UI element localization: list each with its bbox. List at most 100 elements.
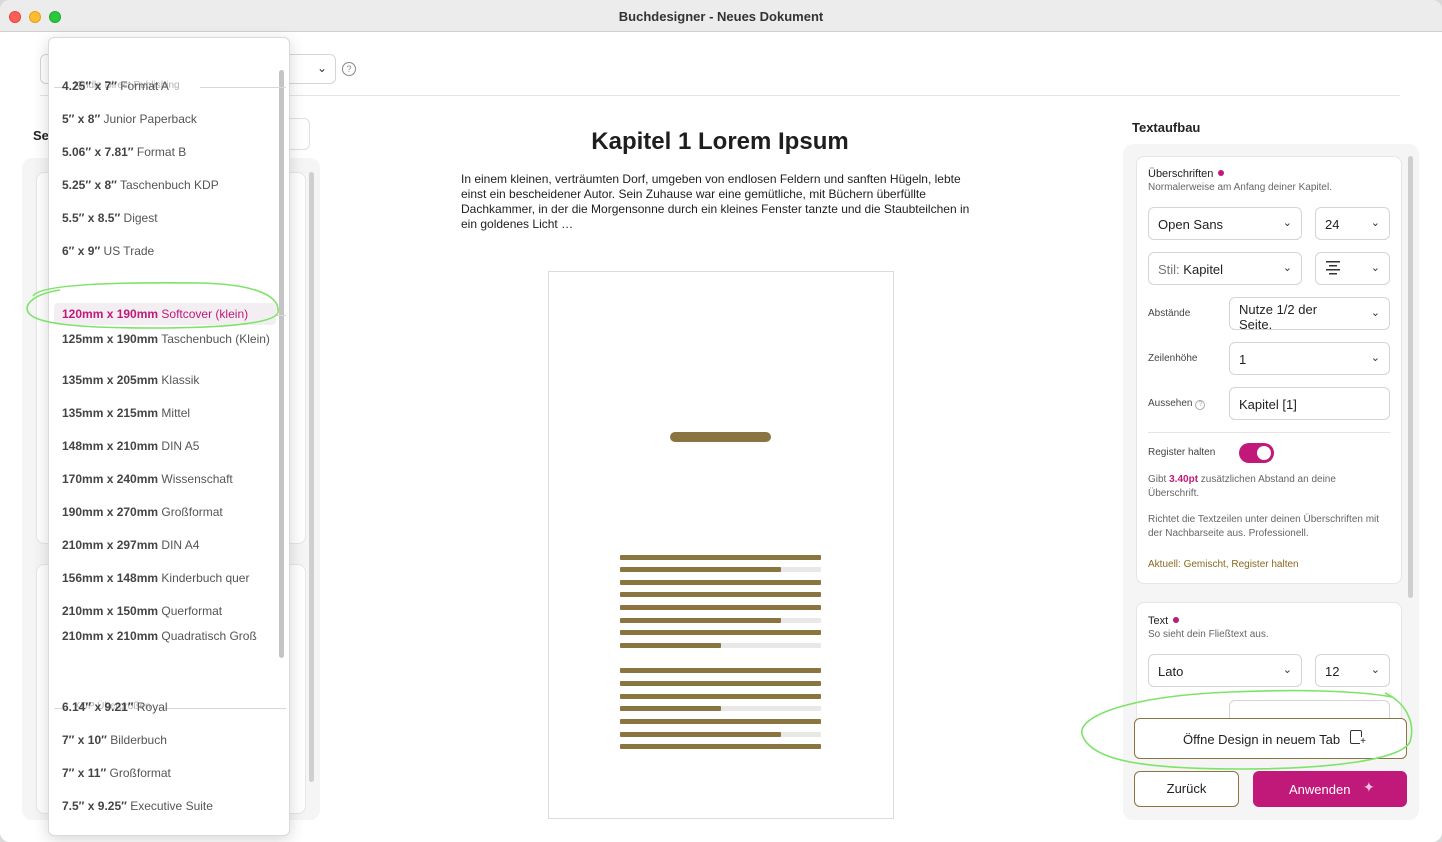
item-size: 4.25″ x 7″ — [62, 79, 117, 93]
item-size: 210mm x 150mm — [62, 604, 159, 618]
help-icon[interactable]: ? — [1195, 400, 1206, 410]
dropdown-item[interactable]: 5.5″ x 8.5″ Digest — [54, 211, 276, 226]
text-font-value: Lato — [1158, 664, 1184, 679]
dropdown-item[interactable]: 148mm x 210mm DIN A5 — [54, 439, 276, 454]
item-size: 5.5″ x 8.5″ — [62, 211, 121, 225]
chevron-down-icon: ⌄ — [1282, 664, 1292, 676]
text-line-fill — [620, 732, 781, 737]
align-center-icon — [1325, 258, 1341, 279]
help-icon[interactable]: ? — [342, 62, 356, 76]
text-line-placeholder — [620, 605, 821, 610]
dropdown-item[interactable]: 210mm x 210mm Quadratisch Groß — [54, 629, 276, 644]
item-label: Softcover (klein) — [158, 307, 249, 321]
item-size: 135mm x 205mm — [62, 373, 159, 387]
item-label: Großformat — [158, 505, 223, 519]
register-label: Register halten — [1148, 447, 1216, 458]
spacing-select[interactable]: Nutze 1/2 der Seite. ⌄ — [1229, 297, 1390, 332]
headings-title-text: Überschriften — [1148, 168, 1214, 180]
text-line-placeholder — [620, 567, 821, 572]
left-scrollbar[interactable] — [309, 172, 314, 782]
magic-wand-icon: ✦ — [1363, 779, 1375, 795]
open-new-tab-label: Öffne Design in neuem Tab — [1183, 732, 1341, 747]
dropdown-item[interactable]: 5.25″ x 8″ Taschenbuch KDP — [54, 178, 276, 193]
item-label: US Trade — [100, 244, 155, 258]
spacing-value: Nutze 1/2 der Seite. — [1239, 302, 1318, 332]
text-line-placeholder — [620, 643, 821, 648]
register-toggle[interactable] — [1239, 443, 1274, 463]
item-label: Taschenbuch KDP — [116, 178, 219, 192]
item-size: 170mm x 240mm — [62, 472, 159, 486]
text-font-select[interactable]: Lato ⌄ — [1148, 654, 1302, 687]
style-value: Kapitel — [1183, 262, 1224, 277]
appearance-value: Kapitel [1] — [1239, 397, 1297, 412]
open-new-tab-button[interactable]: Öffne Design in neuem Tab — [1134, 718, 1407, 759]
chevron-down-icon: ⌄ — [1370, 262, 1380, 274]
right-scrollbar[interactable] — [1408, 156, 1413, 598]
right-panel-title: Textaufbau — [1132, 120, 1201, 135]
current-status-link[interactable]: Aktuell: Gemischt, Register halten — [1148, 559, 1299, 570]
dropdown-item[interactable]: 135mm x 215mm Mittel — [54, 406, 276, 421]
info-text: Gibt — [1148, 474, 1170, 485]
dropdown-item[interactable]: 7.5″ x 9.25″ Executive Suite — [54, 799, 276, 814]
text-next-select[interactable] — [1229, 700, 1390, 718]
dropdown-item[interactable]: 135mm x 205mm Klassik — [54, 373, 276, 388]
dropdown-item[interactable]: 7″ x 10″ Bilderbuch — [54, 733, 276, 748]
item-label: Wissenschaft — [158, 472, 233, 486]
dropdown-item[interactable]: 210mm x 297mm DIN A4 — [54, 538, 276, 553]
dropdown-item[interactable]: 7″ x 11″ Großformat — [54, 766, 276, 781]
dropdown-item[interactable]: 6″ x 9″ US Trade — [54, 244, 276, 259]
item-label: Bilderbuch — [106, 733, 167, 747]
lineheight-value: 1 — [1239, 352, 1247, 367]
item-label: Royal — [133, 700, 168, 714]
chevron-down-icon: ⌄ — [1370, 217, 1380, 229]
headings-font-select[interactable]: Open Sans ⌄ — [1148, 207, 1302, 240]
item-size: 210mm x 297mm — [62, 538, 159, 552]
headings-subtitle: Normalerweise am Anfang deiner Kapitel. — [1148, 182, 1332, 193]
headings-size-select[interactable]: 24 ⌄ — [1315, 207, 1390, 240]
text-title: Text — [1148, 615, 1180, 627]
dropdown-item[interactable]: 5.06″ x 7.81″ Format B — [54, 145, 276, 160]
dropdown-item[interactable]: 6.14″ x 9.21″ Royal — [54, 700, 276, 715]
text-line-placeholder — [620, 555, 821, 560]
dropdown-scrollbar[interactable] — [279, 70, 284, 658]
lineheight-select[interactable]: 1 ⌄ — [1229, 342, 1390, 375]
headings-align-select[interactable]: ⌄ — [1315, 252, 1390, 285]
dropdown-item[interactable]: 4.25″ x 7″ Format A — [54, 79, 276, 94]
item-size: 7.5″ x 9.25″ — [62, 799, 127, 813]
item-label: Format B — [133, 145, 187, 159]
item-label: Klassik — [158, 373, 200, 387]
text-line-fill — [620, 744, 821, 749]
dropdown-item[interactable]: 170mm x 240mm Wissenschaft — [54, 472, 276, 487]
dropdown-item[interactable]: 190mm x 270mm Großformat — [54, 505, 276, 520]
text-line-fill — [620, 706, 721, 711]
item-size: 5.06″ x 7.81″ — [62, 145, 134, 159]
item-size: 5″ x 8″ — [62, 112, 101, 126]
back-button[interactable]: Zurück — [1134, 771, 1239, 807]
dropdown-item[interactable]: 125mm x 190mm Taschenbuch (Klein) — [54, 332, 276, 347]
text-line-placeholder — [620, 744, 821, 749]
apply-button[interactable]: Anwenden ✦ — [1253, 771, 1407, 807]
dropdown-item[interactable]: 210mm x 150mm Querformat — [54, 604, 276, 619]
text-line-fill — [620, 580, 821, 585]
item-size: 120mm x 190mm — [62, 307, 159, 321]
app-window: Buchdesigner - Neues Dokument ⌄ ? Sei Ka… — [0, 0, 1442, 842]
headings-style-select[interactable]: Stil: Kapitel ⌄ — [1148, 252, 1302, 285]
text-line-placeholder — [620, 630, 821, 635]
text-line-fill — [620, 592, 821, 597]
lineheight-label: Zeilenhöhe — [1148, 353, 1198, 364]
window-title: Buchdesigner - Neues Dokument — [618, 9, 824, 24]
item-size: 135mm x 215mm — [62, 406, 159, 420]
dropdown-item[interactable]: 5″ x 8″ Junior Paperback — [54, 112, 276, 127]
text-size-select[interactable]: 12 ⌄ — [1315, 654, 1390, 687]
text-line-fill — [620, 567, 781, 572]
text-line-fill — [620, 694, 821, 699]
item-label: DIN A4 — [158, 538, 200, 552]
dropdown-item-selected[interactable]: 120mm x 190mm Softcover (klein) — [54, 303, 276, 325]
item-size: 7″ x 11″ — [62, 766, 107, 780]
text-line-fill — [620, 643, 721, 648]
appearance-input[interactable]: Kapitel [1] — [1229, 387, 1390, 420]
dropdown-item[interactable]: 156mm x 148mm Kinderbuch quer — [54, 571, 276, 586]
apply-label: Anwenden — [1289, 782, 1351, 797]
text-line-placeholder — [620, 618, 821, 623]
item-label: Mittel — [158, 406, 191, 420]
